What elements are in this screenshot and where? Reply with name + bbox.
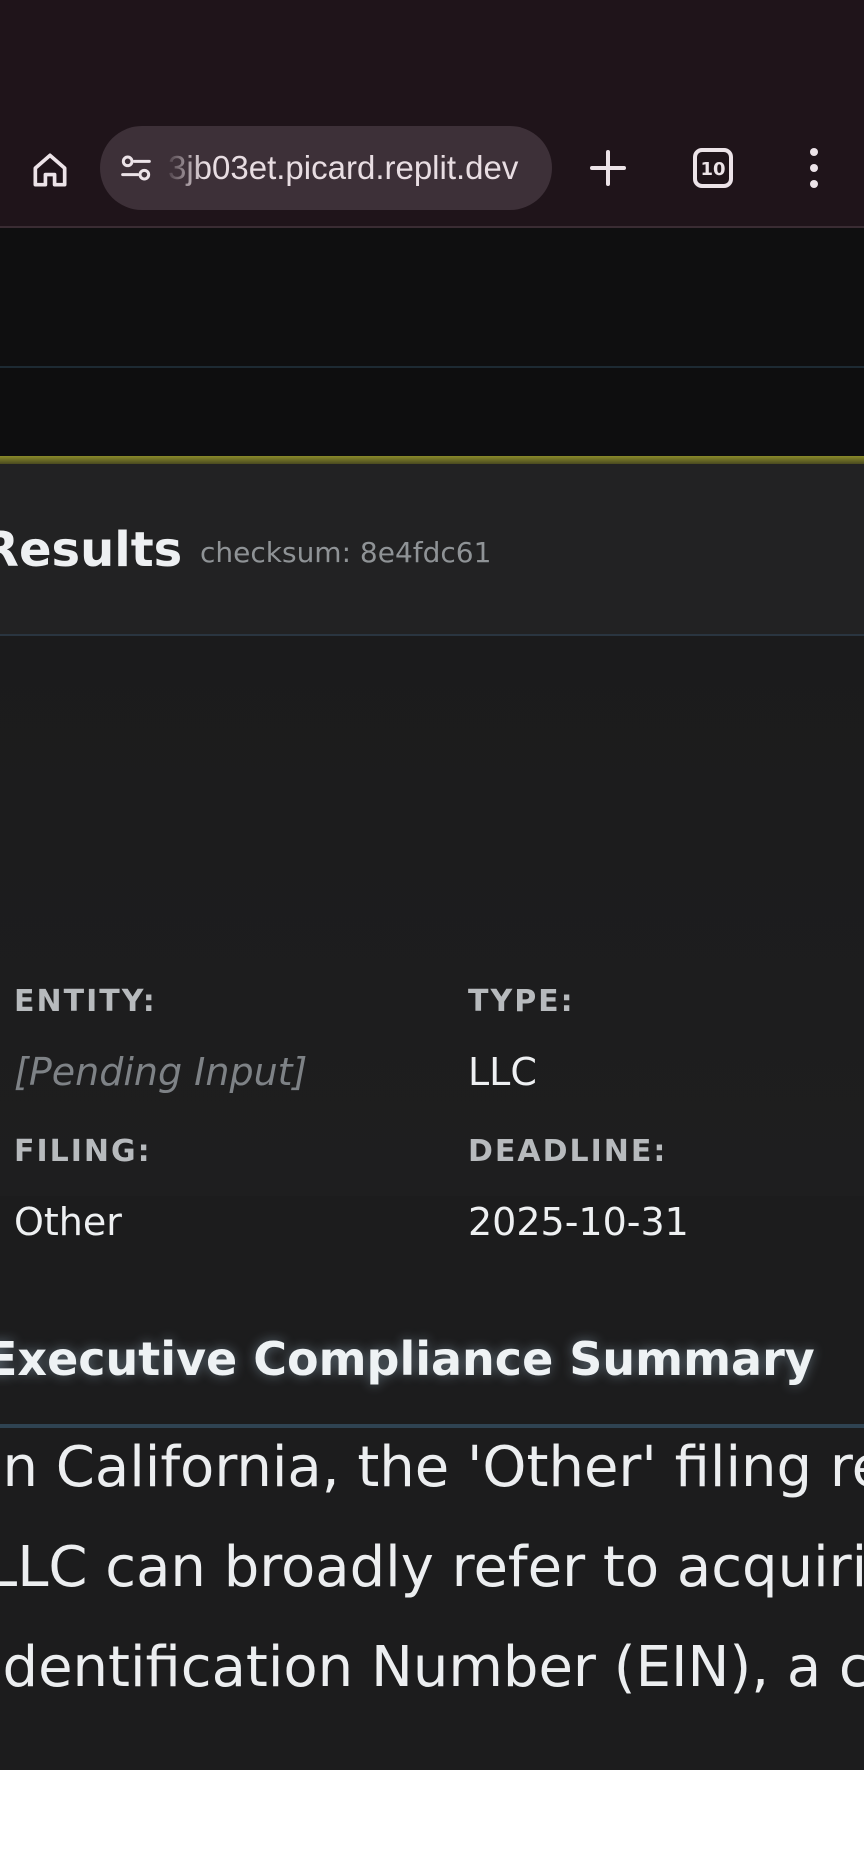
overflow-menu-button[interactable] xyxy=(790,138,838,198)
home-button[interactable] xyxy=(22,142,78,198)
summary-divider xyxy=(0,1424,864,1428)
plus-icon xyxy=(590,150,626,186)
more-vert-icon xyxy=(810,148,818,188)
filing-value: Other xyxy=(14,1200,122,1244)
type-label: TYPE: xyxy=(468,984,575,1019)
summary-line: In California, the 'Other' filing re xyxy=(0,1435,864,1500)
home-icon xyxy=(33,153,67,187)
results-title: Results xyxy=(0,522,183,578)
status-bar xyxy=(0,0,864,100)
page-subheader-band xyxy=(0,368,864,456)
results-header: Results checksum: 8e4fdc61 xyxy=(0,464,864,636)
new-tab-button[interactable] xyxy=(578,138,638,198)
tab-count-icon: 10 xyxy=(693,148,733,188)
url-text[interactable]: 3jb03et.picard.replit.dev xyxy=(168,126,542,210)
deadline-label: DEADLINE: xyxy=(468,1134,668,1169)
results-meta-grid: ENTITY: [Pending Input] TYPE: LLC FILING… xyxy=(0,636,864,1244)
summary-line: Identification Number (EIN), a cr xyxy=(0,1635,864,1700)
checksum-label: checksum: 8e4fdc61 xyxy=(200,536,492,569)
summary-title: Executive Compliance Summary xyxy=(0,1332,815,1386)
entity-value: [Pending Input] xyxy=(14,1050,308,1094)
url-fade xyxy=(164,126,204,210)
entity-label: ENTITY: xyxy=(14,984,157,1019)
address-bar[interactable]: 3jb03et.picard.replit.dev xyxy=(100,126,552,210)
summary-line: LLC can broadly refer to acquirin xyxy=(0,1535,864,1600)
page-header-band xyxy=(0,228,864,368)
site-settings-icon[interactable] xyxy=(116,148,156,188)
browser-toolbar: 3jb03et.picard.replit.dev 10 xyxy=(0,100,864,228)
tab-count: 10 xyxy=(700,159,725,180)
accent-divider xyxy=(0,456,864,464)
filing-label: FILING: xyxy=(14,1134,152,1169)
deadline-value: 2025-10-31 xyxy=(468,1200,689,1244)
page-content: Results checksum: 8e4fdc61 ENTITY: [Pend… xyxy=(0,228,864,1770)
tab-switcher-button[interactable]: 10 xyxy=(683,138,743,198)
type-value: LLC xyxy=(468,1050,537,1094)
